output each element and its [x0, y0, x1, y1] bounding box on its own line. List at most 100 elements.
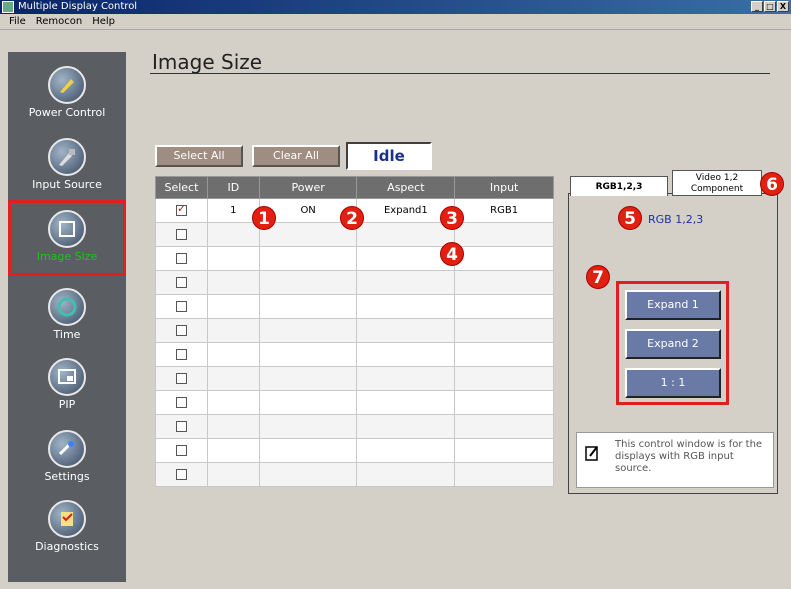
power-cell: [258, 294, 358, 319]
note-text: This control window is for the displays …: [615, 439, 763, 474]
sidebar-item-image-size[interactable]: Image Size: [8, 210, 126, 263]
panel-heading: RGB 1,2,3: [648, 213, 704, 226]
input-cell: RGB1: [454, 198, 554, 223]
input-cell: [454, 222, 554, 247]
maximize-button[interactable]: □: [764, 1, 776, 12]
id-cell: [206, 342, 260, 367]
select-cell[interactable]: [155, 390, 208, 415]
expand-2-button[interactable]: Expand 2: [625, 329, 721, 359]
select-cell[interactable]: [155, 342, 208, 367]
id-cell: [206, 270, 260, 295]
row-checkbox[interactable]: [175, 348, 187, 360]
aspect-cell: [356, 318, 456, 343]
menu-help[interactable]: Help: [87, 14, 120, 29]
id-cell: [206, 294, 260, 319]
column-header-id[interactable]: ID: [206, 176, 260, 199]
row-checkbox[interactable]: [175, 444, 187, 456]
row-checkbox[interactable]: [175, 202, 187, 216]
aspect-cell: [356, 414, 456, 439]
row-checkbox[interactable]: [175, 396, 187, 408]
row-checkbox[interactable]: [175, 468, 187, 480]
sidebar-item-time[interactable]: Time: [8, 288, 126, 341]
id-cell: [206, 462, 260, 487]
menu-file[interactable]: File: [4, 14, 31, 29]
select-cell[interactable]: [155, 246, 208, 271]
menu-remocon[interactable]: Remocon: [31, 14, 87, 29]
sidebar-item-label: Settings: [44, 470, 90, 483]
table-row[interactable]: [155, 294, 554, 319]
callout-badge-1: 1: [252, 206, 276, 230]
column-header-power[interactable]: Power: [258, 176, 358, 199]
select-cell[interactable]: [155, 414, 208, 439]
table-row[interactable]: [155, 318, 554, 343]
input-cell: [454, 462, 554, 487]
pip-icon: [48, 358, 86, 396]
id-cell: [206, 318, 260, 343]
select-cell[interactable]: [155, 366, 208, 391]
diagnostics-icon: [48, 500, 86, 538]
column-header-aspect[interactable]: Aspect: [356, 176, 456, 199]
power-cell: [258, 462, 358, 487]
row-checkbox[interactable]: [175, 276, 187, 288]
tab-video-component[interactable]: Video 1,2 Component: [672, 170, 762, 196]
sidebar-item-pip[interactable]: PIP: [8, 358, 126, 411]
table-row[interactable]: [155, 342, 554, 367]
sidebar-item-label: Image Size: [36, 250, 98, 263]
sidebar-item-label: Diagnostics: [35, 540, 99, 553]
sidebar-item-input-source[interactable]: Input Source: [8, 138, 126, 191]
row-checkbox[interactable]: [175, 372, 187, 384]
input-cell: [454, 246, 554, 271]
page-title: Image Size: [152, 50, 263, 74]
sidebar-item-label: PIP: [58, 398, 76, 411]
select-all-button[interactable]: Select All: [155, 145, 243, 167]
select-cell[interactable]: [155, 198, 208, 223]
title-bar: Multiple Display Control _ □ X: [0, 0, 791, 14]
table-row[interactable]: [155, 246, 554, 271]
table-row[interactable]: [155, 438, 554, 463]
row-checkbox[interactable]: [175, 228, 187, 240]
select-cell[interactable]: [155, 270, 208, 295]
id-cell: [206, 246, 260, 271]
title-divider: [150, 73, 770, 74]
input-cell: [454, 270, 554, 295]
time-icon: [48, 288, 86, 326]
select-cell[interactable]: [155, 462, 208, 487]
image-size-icon: [48, 210, 86, 248]
aspect-cell: [356, 294, 456, 319]
power-cell: [258, 270, 358, 295]
select-cell[interactable]: [155, 318, 208, 343]
power-cell: [258, 390, 358, 415]
row-checkbox[interactable]: [175, 420, 187, 432]
power-cell: [258, 414, 358, 439]
callout-badge-6: 6: [760, 172, 784, 196]
minimize-button[interactable]: _: [751, 1, 763, 12]
sidebar-item-power-control[interactable]: Power Control: [8, 66, 126, 119]
sidebar-item-settings[interactable]: Settings: [8, 430, 126, 483]
row-checkbox[interactable]: [175, 300, 187, 312]
select-cell[interactable]: [155, 222, 208, 247]
column-header-select[interactable]: Select: [155, 176, 208, 199]
input-cell: [454, 318, 554, 343]
input-cell: [454, 366, 554, 391]
id-cell: [206, 414, 260, 439]
tab-video-line2: Component: [690, 184, 744, 194]
sidebar-item-diagnostics[interactable]: Diagnostics: [8, 500, 126, 553]
table-row[interactable]: [155, 270, 554, 295]
clear-all-button[interactable]: Clear All: [252, 145, 340, 167]
select-cell[interactable]: [155, 294, 208, 319]
status-indicator: Idle: [346, 142, 432, 170]
table-row[interactable]: [155, 366, 554, 391]
one-to-one-button[interactable]: 1 : 1: [625, 368, 721, 398]
close-button[interactable]: X: [777, 1, 789, 12]
row-checkbox[interactable]: [175, 324, 187, 336]
table-row[interactable]: [155, 414, 554, 439]
select-cell[interactable]: [155, 438, 208, 463]
sidebar-item-label: Input Source: [32, 178, 102, 191]
table-row[interactable]: [155, 390, 554, 415]
column-header-input[interactable]: Input: [454, 176, 554, 199]
expand-1-button[interactable]: Expand 1: [625, 290, 721, 320]
table-row[interactable]: [155, 462, 554, 487]
power-cell: [258, 342, 358, 367]
row-checkbox[interactable]: [175, 252, 187, 264]
tab-rgb[interactable]: RGB1,2,3: [570, 176, 668, 196]
